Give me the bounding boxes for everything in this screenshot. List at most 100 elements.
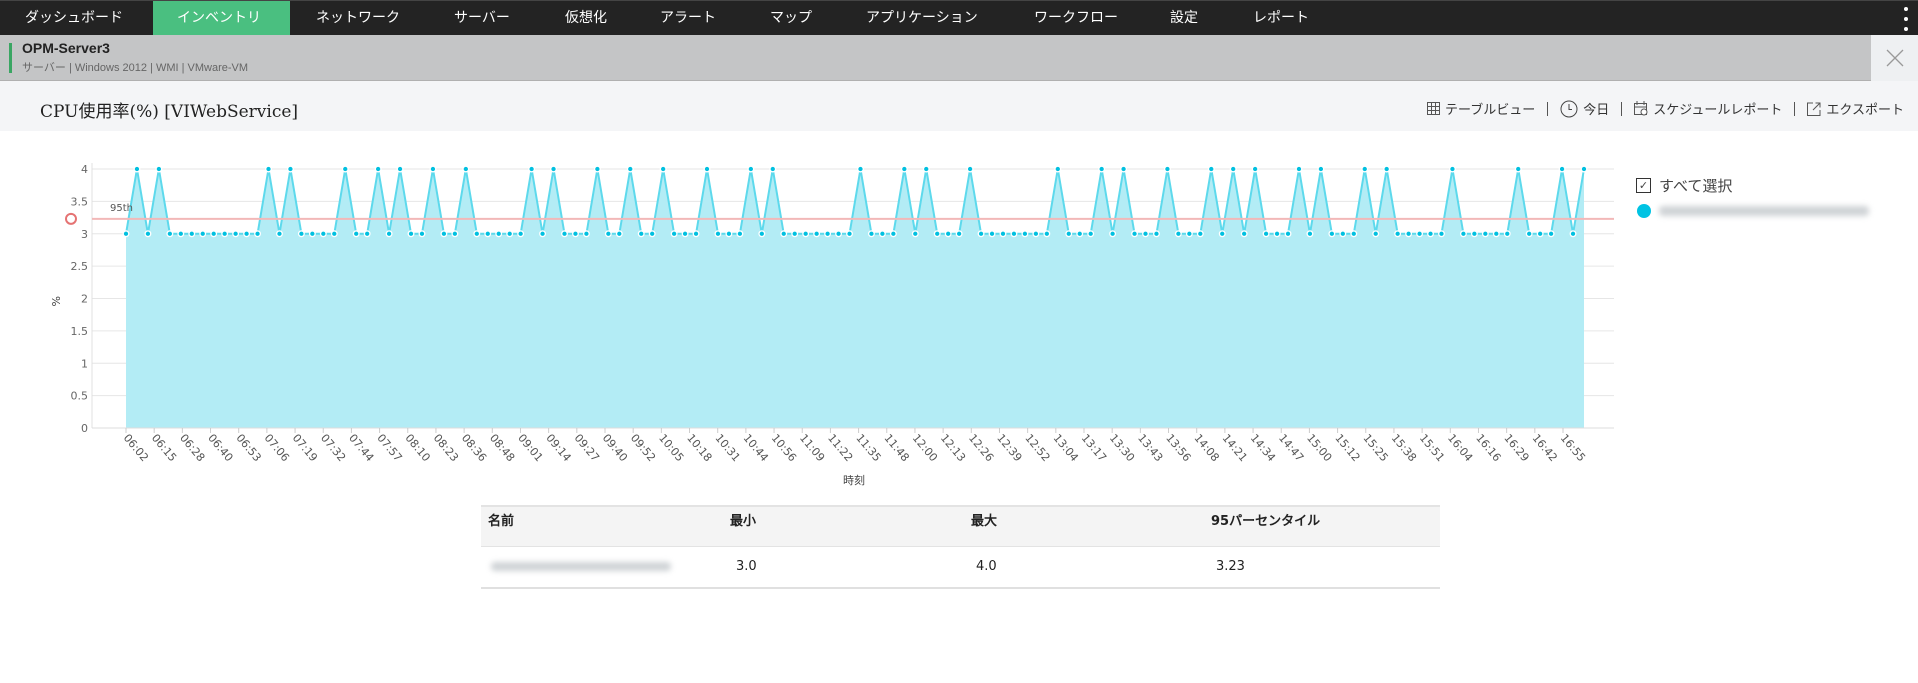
data-point <box>955 230 963 238</box>
data-point <box>1087 230 1095 238</box>
data-point <box>1262 230 1270 238</box>
data-point <box>199 230 207 238</box>
data-point <box>637 230 645 238</box>
data-point <box>1459 230 1467 238</box>
x-tick-label: 11:48 <box>881 432 911 465</box>
x-tick-label: 11:35 <box>853 432 883 465</box>
x-tick-label: 14:21 <box>1220 432 1250 465</box>
x-tick-label: 13:56 <box>1163 432 1193 465</box>
x-tick-label: 14:47 <box>1276 432 1306 465</box>
data-point <box>319 230 327 238</box>
x-axis-title: 時刻 <box>843 473 865 487</box>
data-point <box>572 230 579 238</box>
x-tick-label: 09:01 <box>515 432 545 465</box>
x-tick-label: 08:10 <box>402 432 432 465</box>
x-tick-label: 10:05 <box>656 432 686 465</box>
data-point <box>385 230 393 238</box>
x-tick-label: 14:08 <box>1191 432 1221 465</box>
series-color-dot <box>1637 204 1651 218</box>
data-point <box>747 165 755 173</box>
data-point <box>1284 230 1292 238</box>
data-point <box>1098 165 1106 173</box>
data-point <box>473 230 481 238</box>
data-point <box>363 230 371 238</box>
data-point <box>1043 230 1051 238</box>
x-tick-label: 12:39 <box>994 432 1024 465</box>
data-point <box>297 230 305 238</box>
x-tick-label: 15:12 <box>1332 432 1362 465</box>
data-point <box>122 230 130 238</box>
data-point <box>736 230 744 238</box>
y-tick-label: 1.5 <box>71 325 89 338</box>
data-point <box>1536 230 1544 238</box>
data-point <box>944 230 952 238</box>
data-point <box>659 165 667 173</box>
x-tick-label: 10:31 <box>712 432 742 465</box>
data-point <box>922 165 930 173</box>
series-name-redacted <box>1659 206 1869 216</box>
x-tick-label: 09:52 <box>628 432 658 465</box>
row-name-redacted <box>491 562 671 571</box>
legend-series[interactable] <box>1636 198 1869 224</box>
data-point <box>1054 165 1062 173</box>
y-tick-label: 2 <box>81 293 88 306</box>
x-tick-label: 10:56 <box>769 432 799 465</box>
data-point <box>824 230 832 238</box>
x-tick-label: 14:34 <box>1248 432 1278 465</box>
data-point <box>451 230 459 238</box>
row-min: 3.0 <box>736 559 757 574</box>
data-point <box>308 230 316 238</box>
x-tick-label: 16:29 <box>1501 432 1531 465</box>
data-point <box>857 165 864 173</box>
summary-table: 名前 最小 最大 95パーセンタイル 3.0 4.0 3.23 <box>481 505 1440 589</box>
chart-legend: ✓ すべて選択 <box>1636 172 1869 224</box>
x-tick-label: 10:44 <box>741 432 771 465</box>
x-tick-label: 06:28 <box>177 432 207 465</box>
data-point <box>1306 230 1314 238</box>
data-point <box>1405 230 1413 238</box>
x-tick-label: 09:40 <box>600 432 630 465</box>
col-max: 最大 <box>971 514 998 529</box>
data-point <box>1065 230 1073 238</box>
x-tick-label: 15:51 <box>1417 432 1447 465</box>
y-tick-label: 2.5 <box>71 260 89 273</box>
x-tick-label: 07:06 <box>262 432 292 465</box>
data-point <box>1438 230 1445 238</box>
data-point <box>506 230 514 238</box>
data-point <box>243 230 251 238</box>
data-point <box>1109 230 1117 238</box>
x-tick-label: 12:26 <box>966 432 996 465</box>
data-point <box>1383 165 1391 173</box>
x-tick-label: 08:48 <box>487 432 517 465</box>
y-tick-label: 3 <box>81 228 88 241</box>
x-tick-label: 06:53 <box>233 432 263 465</box>
x-tick-label: 07:32 <box>318 432 348 465</box>
data-point <box>1492 230 1500 238</box>
data-point <box>1273 230 1281 238</box>
data-point <box>462 165 470 173</box>
y-axis-title: % <box>49 296 62 306</box>
col-p95: 95パーセンタイル <box>1211 514 1321 529</box>
data-point <box>1196 230 1204 238</box>
data-point <box>1251 165 1259 173</box>
data-point <box>988 230 996 238</box>
data-point <box>286 165 294 173</box>
y-tick-label: 1 <box>81 357 88 370</box>
data-point <box>813 230 821 238</box>
data-point <box>999 230 1007 238</box>
col-min: 最小 <box>730 514 757 529</box>
data-point <box>1295 165 1303 173</box>
data-point <box>889 230 897 238</box>
data-point <box>1449 165 1456 173</box>
data-point <box>1229 165 1237 173</box>
y-tick-label: 0.5 <box>71 390 89 403</box>
data-point <box>615 230 623 238</box>
data-point <box>1032 230 1040 238</box>
data-point <box>758 230 766 238</box>
select-all-checkbox[interactable]: ✓ <box>1636 177 1651 193</box>
data-point <box>1185 230 1193 238</box>
data-point <box>429 165 437 173</box>
x-tick-label: 15:25 <box>1360 432 1390 465</box>
data-point <box>593 165 601 173</box>
data-point <box>911 230 919 238</box>
